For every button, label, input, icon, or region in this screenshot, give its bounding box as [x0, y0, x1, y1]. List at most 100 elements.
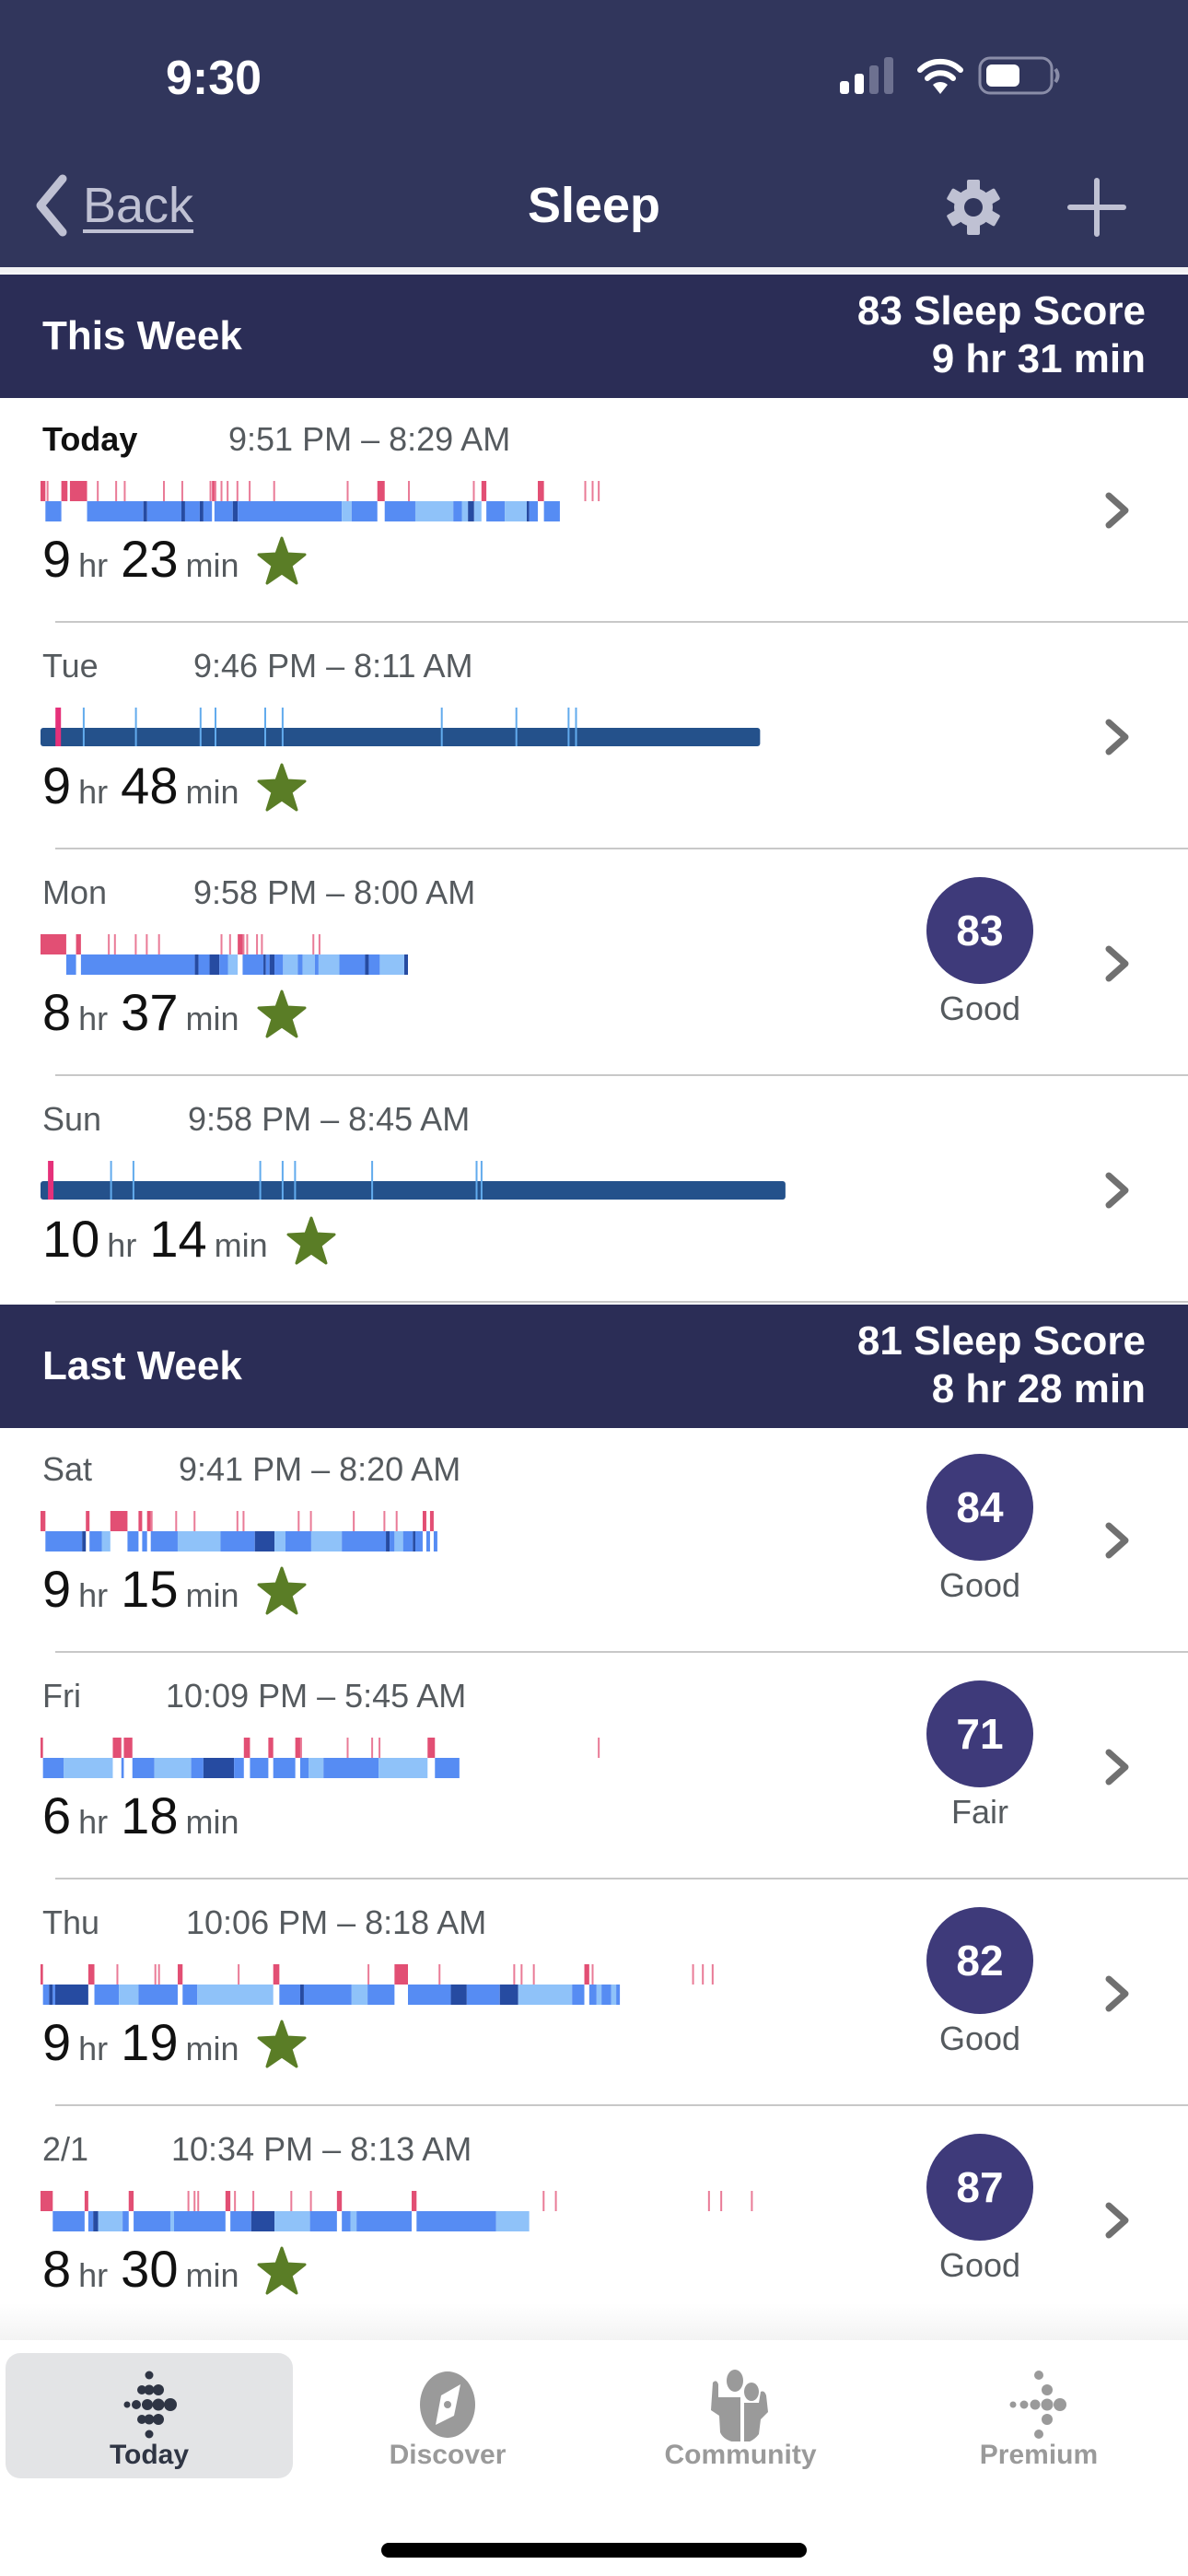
back-button[interactable]: Back: [33, 173, 193, 238]
sleep-hypnogram: [41, 1511, 437, 1551]
day-label: Mon: [42, 873, 108, 911]
day-label: Tue: [42, 647, 99, 685]
sleep-day-row[interactable]: Sun 9:58 PM – 8:45 AM 10 hr 14 min: [0, 1076, 1188, 1303]
stage-segment-awake: [41, 2191, 53, 2211]
sleep-duration: 9 hr 19 min: [42, 2012, 307, 2072]
duration-hours: 9: [42, 1560, 72, 1618]
stage-segment-light: [87, 2211, 94, 2231]
awake-tick: [157, 934, 160, 954]
chevron-right-icon: [1105, 1749, 1129, 1786]
sleep-duration: 9 hr 15 min: [42, 1559, 307, 1619]
awake-tick: [438, 1964, 441, 1985]
gear-icon[interactable]: [943, 177, 1004, 238]
stage-segment-awake: [268, 1738, 274, 1758]
awake-tick: [584, 481, 587, 501]
tab-community[interactable]: Community: [597, 2353, 884, 2478]
awake-tick: [520, 1964, 523, 1985]
stage-segment-light: [42, 1985, 50, 2005]
sleep-duration: 6 hr 18 min: [42, 1786, 244, 1845]
duration-minutes-unit: min: [214, 1226, 268, 1264]
awake-tick: [46, 481, 49, 501]
duration-hours-unit: hr: [78, 1803, 109, 1841]
awake-tick: [353, 1511, 355, 1531]
stage-segment-light: [616, 1985, 621, 2005]
sleep-day-row[interactable]: Today 9:51 PM – 8:29 AM 9 hr 23 min: [0, 396, 1188, 623]
add-icon[interactable]: [1066, 177, 1127, 238]
stage-segment-light: [122, 2211, 129, 2231]
stage-segment-deep: [250, 2211, 275, 2231]
stage-segment-light: [339, 954, 366, 975]
awake-tick: [692, 1964, 694, 1985]
stage-segment-deep: [299, 1985, 304, 2005]
sleep-score-rating: Good: [938, 2246, 1021, 2284]
duration-minutes-unit: min: [185, 773, 239, 811]
awake-tick: [542, 2191, 545, 2211]
duration-minutes: 15: [121, 1560, 179, 1618]
goal-star-icon: [257, 2246, 307, 2294]
duration-minutes: 18: [121, 1786, 179, 1844]
stage-segment-awake: [243, 1738, 250, 1758]
awake-tick: [598, 481, 600, 501]
chevron-right-icon: [1105, 2202, 1129, 2239]
sleep-score-rating: Good: [938, 989, 1021, 1027]
battery-icon: [978, 56, 1060, 95]
awake-tick: [346, 1738, 349, 1758]
week-score: 83 Sleep Score: [856, 288, 1146, 334]
tab-discover[interactable]: Discover: [304, 2353, 591, 2478]
stage-segment-light: [356, 2211, 412, 2231]
stage-segment-awake: [112, 1738, 122, 1758]
sleep-time-range: 10:06 PM – 8:18 AM: [186, 1903, 487, 1941]
restless-tick: [199, 708, 202, 746]
awake-tick: [383, 1511, 386, 1531]
sleep-day-row[interactable]: Thu 10:06 PM – 8:18 AM 9 hr 19 min 82 Goo…: [0, 1879, 1188, 2106]
awake-tick: [193, 2191, 196, 2211]
status-time: 9:30: [166, 52, 262, 105]
home-indicator: [381, 2543, 807, 2558]
awake-tick: [513, 1964, 516, 1985]
stage-segment-light: [486, 501, 506, 521]
stage-segment-light: [250, 1758, 269, 1778]
duration-hours: 8: [42, 983, 72, 1041]
stage-segment-rem: [64, 1758, 113, 1778]
stage-segment-awake: [238, 934, 243, 954]
awake-tick: [242, 1511, 245, 1531]
tab-today[interactable]: Today: [6, 2353, 293, 2478]
day-label: 2/1: [42, 2130, 89, 2168]
stage-segment-deep: [82, 1531, 87, 1551]
sleep-day-row[interactable]: Sat 9:41 PM – 8:20 AM 9 hr 15 min 84 Good: [0, 1426, 1188, 1653]
awake-tick: [591, 481, 594, 501]
stage-segment-light: [214, 501, 233, 521]
week-title: This Week: [42, 313, 242, 358]
awake-tick: [346, 481, 349, 501]
sleep-day-row[interactable]: Tue 9:46 PM – 8:11 AM 9 hr 48 min: [0, 623, 1188, 849]
awake-tick: [554, 2191, 557, 2211]
tab-label: Today: [109, 2440, 190, 2470]
stage-segment-rem: [518, 1985, 573, 2005]
sleep-day-row[interactable]: Mon 9:58 PM – 8:00 AM 8 hr 37 min 83 Good: [0, 849, 1188, 1076]
awake-tick: [113, 934, 116, 954]
stage-segment-awake: [84, 2191, 88, 2211]
sleep-day-row[interactable]: 2/1 10:34 PM – 8:13 AM 8 hr 30 min 87 Goo…: [0, 2106, 1188, 2333]
duration-minutes: 23: [121, 530, 179, 588]
chevron-left-icon: [36, 174, 67, 237]
sleep-day-row[interactable]: Fri 10:09 PM – 5:45 AM 6 hr 18 min 71 Fai…: [0, 1653, 1188, 1879]
stage-segment-rem: [473, 501, 482, 521]
week-summary: 83 Sleep Score 9 hr 31 min: [857, 287, 1146, 383]
stage-segment-light: [314, 954, 319, 975]
restless-tick: [575, 708, 577, 746]
sleep-hypnogram: [41, 1738, 600, 1778]
stage-segment-deep: [254, 1531, 275, 1551]
stage-segment-deep: [413, 1531, 415, 1551]
stage-segment-light: [408, 1985, 451, 2005]
stage-segment-deep: [450, 1985, 467, 2005]
awake-tick: [751, 2191, 753, 2211]
duration-hours: 10: [42, 1210, 100, 1268]
awake-tick: [157, 1964, 160, 1985]
awake-tick: [146, 934, 148, 954]
tab-premium[interactable]: Premium: [895, 2353, 1182, 2478]
restless-tick: [371, 1161, 374, 1200]
week-summary: 81 Sleep Score 8 hr 28 min: [857, 1317, 1146, 1413]
awake-tick: [193, 1511, 196, 1531]
awake-tick: [134, 934, 137, 954]
day-label: Fri: [42, 1677, 81, 1715]
